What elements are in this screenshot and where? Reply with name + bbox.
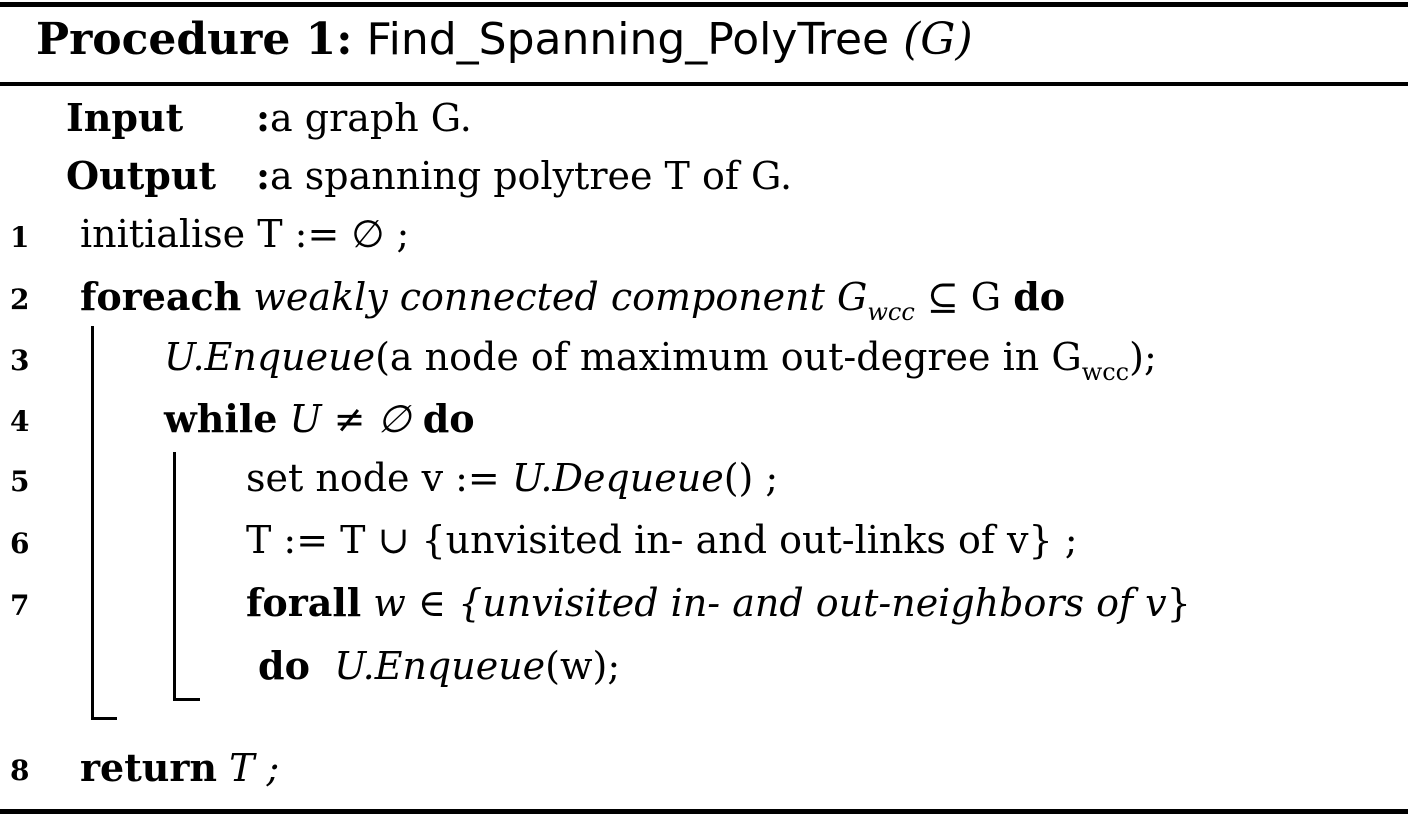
- procedure-title: Procedure 1: Find_Spanning_PolyTree (G): [36, 14, 973, 65]
- line-tail: (w);: [545, 644, 621, 688]
- line-number: 2: [10, 283, 30, 316]
- line-number: 5: [10, 465, 30, 498]
- subscript: wcc: [1081, 358, 1130, 386]
- while-block-bar: [173, 452, 176, 701]
- top-rule: [0, 2, 1408, 7]
- loop-condition: U ≠ ∅: [277, 397, 423, 441]
- foreach-block-end: [91, 717, 117, 720]
- foreach-block-bar: [91, 326, 94, 720]
- while-block-end: [173, 698, 200, 701]
- function-call: U.Dequeue: [511, 456, 724, 500]
- line-number: 4: [10, 405, 30, 438]
- function-call: U.Enqueue: [164, 335, 376, 379]
- procedure-name: Find_Spanning_PolyTree: [366, 14, 890, 65]
- header-rule: [0, 82, 1408, 86]
- loop-condition: weakly connected component G: [253, 275, 868, 319]
- line-number: 7: [10, 589, 30, 622]
- loop-condition: w ∈ {: [361, 581, 483, 625]
- procedure-arg: (G): [903, 14, 973, 65]
- line-number: 3: [10, 344, 30, 377]
- line-tail: );: [1129, 335, 1157, 379]
- keyword-do: do: [422, 396, 475, 441]
- bottom-rule: [0, 809, 1408, 814]
- line-text: set node v :=: [246, 456, 512, 500]
- input-text: a graph G.: [270, 96, 472, 140]
- keyword-do: do: [258, 643, 310, 688]
- line-number: 1: [10, 221, 30, 254]
- output-text: a spanning polytree T of G.: [270, 154, 793, 198]
- output-label: Output: [66, 153, 217, 198]
- keyword-do: do: [1013, 274, 1066, 319]
- line-number: 8: [10, 754, 30, 787]
- line-number: 6: [10, 527, 30, 560]
- keyword-foreach: foreach: [80, 274, 242, 319]
- keyword-return: return: [80, 745, 218, 790]
- loop-condition-set: unvisited in- and out-neighbors of v: [482, 581, 1167, 625]
- line-text: T := T ∪ {unvisited in- and out-links of…: [246, 518, 1078, 562]
- line-text: T ;: [217, 746, 280, 790]
- line-tail: () ;: [723, 456, 779, 500]
- input-separator: :: [256, 95, 271, 140]
- line-text: initialise T := ∅ ;: [80, 212, 410, 256]
- condition-tail: }: [1166, 581, 1191, 625]
- keyword-while: while: [164, 396, 278, 441]
- keyword-forall: forall: [246, 580, 362, 625]
- output-separator: :: [256, 153, 271, 198]
- line-text: (a node of maximum out-degree in G: [375, 335, 1082, 379]
- subscript: wcc: [867, 298, 915, 326]
- function-call: U.Enqueue: [334, 644, 546, 688]
- condition-tail: ⊆ G: [914, 275, 1014, 319]
- procedure-label: Procedure 1:: [36, 14, 353, 65]
- input-label: Input: [66, 95, 184, 140]
